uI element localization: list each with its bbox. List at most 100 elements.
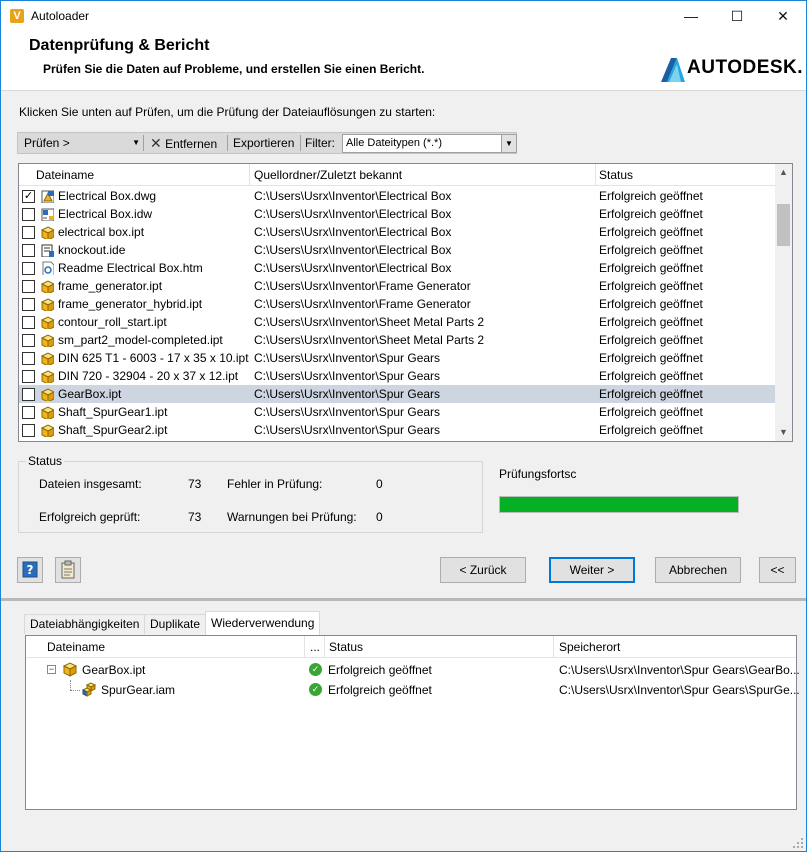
- file-row-name: DIN 720 - 32904 - 20 x 37 x 12.ipt: [58, 369, 239, 383]
- next-button[interactable]: Weiter >: [549, 557, 635, 583]
- close-button[interactable]: ✕: [760, 1, 806, 31]
- file-row-name: frame_generator.ipt: [58, 279, 163, 293]
- scrollbar-thumb[interactable]: [777, 204, 790, 246]
- file-row[interactable]: Readme Electrical Box.htm C:\Users\Usrx\I…: [19, 259, 775, 277]
- column-header-status[interactable]: Status: [599, 168, 633, 182]
- file-row-status: Erfolgreich geöffnet: [599, 225, 703, 239]
- column-header-filename[interactable]: Dateiname: [47, 640, 105, 654]
- column-header-source[interactable]: Quellordner/Zuletzt bekannt: [254, 168, 402, 182]
- tree-collapse-icon[interactable]: −: [47, 665, 56, 674]
- file-row-checkbox[interactable]: [22, 262, 35, 275]
- part-icon: [40, 334, 54, 347]
- report-button[interactable]: [55, 557, 81, 583]
- tree-item-name: SpurGear.iam: [101, 683, 176, 697]
- check-dropdown-button[interactable]: Prüfen > ▼: [24, 133, 140, 153]
- file-row[interactable]: contour_roll_start.ipt C:\Users\Usrx\Inve…: [19, 313, 775, 331]
- file-row[interactable]: sm_part2_model-completed.ipt C:\Users\Usr…: [19, 331, 775, 349]
- column-divider[interactable]: [553, 636, 554, 658]
- progress-bar: [499, 496, 739, 513]
- help-button[interactable]: ?: [17, 557, 43, 583]
- column-divider[interactable]: [324, 636, 325, 658]
- total-files-value: 73: [188, 477, 202, 491]
- file-row-status: Erfolgreich geöffnet: [599, 405, 703, 419]
- column-divider[interactable]: [595, 164, 596, 186]
- file-row-path: C:\Users\Usrx\Inventor\Spur Gears: [254, 351, 441, 365]
- file-row-path: C:\Users\Usrx\Inventor\Electrical Box: [254, 189, 452, 203]
- column-divider[interactable]: [304, 636, 305, 658]
- file-row-path: C:\Users\Usrx\Inventor\Frame Generator: [254, 279, 471, 293]
- column-divider[interactable]: [249, 164, 250, 186]
- tab-dependencies[interactable]: Dateiabhängigkeiten: [24, 614, 146, 634]
- file-row[interactable]: Shaft_SpurGear2.ipt C:\Users\Usrx\Invento…: [19, 421, 775, 439]
- file-row-status: Erfolgreich geöffnet: [599, 315, 703, 329]
- file-row[interactable]: ✓ Electrical Box.dwg C:\Users\Usrx\Invento…: [19, 187, 775, 205]
- file-row-checkbox[interactable]: [22, 334, 35, 347]
- minimize-button[interactable]: —: [668, 1, 714, 31]
- file-row-checkbox[interactable]: [22, 298, 35, 311]
- file-row-status: Erfolgreich geöffnet: [599, 423, 703, 437]
- file-row[interactable]: GearBox.ipt C:\Users\Usrx\Inventor\Spur G…: [19, 385, 775, 403]
- file-row-status: Erfolgreich geöffnet: [599, 333, 703, 347]
- part-icon: [40, 424, 54, 437]
- file-row[interactable]: DIN 720 - 32904 - 20 x 37 x 12.ipt C:\Use…: [19, 367, 775, 385]
- tree-item-location: C:\Users\Usrx\Inventor\Spur Gears\GearBo…: [559, 663, 800, 677]
- clipboard-icon: [61, 560, 75, 579]
- panel-splitter[interactable]: [1, 598, 806, 601]
- file-row-checkbox[interactable]: [22, 244, 35, 257]
- tab-duplicates[interactable]: Duplikate: [144, 614, 207, 634]
- file-row-name: GearBox.ipt: [58, 387, 122, 401]
- file-row[interactable]: frame_generator_hybrid.ipt C:\Users\Usrx\…: [19, 295, 775, 313]
- cancel-button[interactable]: Abbrechen: [655, 557, 741, 583]
- file-row-path: C:\Users\Usrx\Inventor\Sheet Metal Parts…: [254, 333, 485, 347]
- file-row-checkbox[interactable]: [22, 370, 35, 383]
- errors-label: Fehler in Prüfung:: [227, 477, 323, 491]
- back-button[interactable]: < Zurück: [440, 557, 526, 583]
- chevron-down-icon[interactable]: ▼: [501, 135, 516, 152]
- file-row[interactable]: frame_generator.ipt C:\Users\Usrx\Invento…: [19, 277, 775, 295]
- remove-button[interactable]: ✕ Entfernen: [150, 133, 217, 153]
- remove-button-label: Entfernen: [165, 137, 218, 151]
- progress-bar-fill: [500, 497, 738, 512]
- file-row-name: electrical box.ipt: [58, 225, 145, 239]
- file-row[interactable]: knockout.ide C:\Users\Usrx\Inventor\Elect…: [19, 241, 775, 259]
- instruction-text: Klicken Sie unten auf Prüfen, um die Prü…: [19, 105, 436, 119]
- column-header-status[interactable]: Status: [329, 640, 363, 654]
- toolbar-divider: [227, 135, 228, 151]
- column-header-more[interactable]: ...: [310, 640, 320, 654]
- file-row-status: Erfolgreich geöffnet: [599, 369, 703, 383]
- maximize-button[interactable]: ☐: [714, 1, 760, 31]
- toolbar-divider: [300, 135, 301, 151]
- file-row-status: Erfolgreich geöffnet: [599, 297, 703, 311]
- column-header-location[interactable]: Speicherort: [559, 640, 620, 654]
- file-row-checkbox[interactable]: [22, 352, 35, 365]
- file-row-checkbox[interactable]: ✓: [22, 190, 35, 203]
- file-row[interactable]: Electrical Box.idw C:\Users\Usrx\Inventor…: [19, 205, 775, 223]
- checked-files-label: Erfolgreich geprüft:: [39, 510, 141, 524]
- scroll-down-icon[interactable]: ▼: [775, 424, 792, 441]
- file-row[interactable]: Shaft_SpurGear1.ipt C:\Users\Usrx\Invento…: [19, 403, 775, 421]
- tree-line: [70, 680, 71, 690]
- tab-reuse[interactable]: Wiederverwendung: [205, 611, 321, 635]
- idw-icon: [41, 208, 54, 221]
- file-row-checkbox[interactable]: [22, 424, 35, 437]
- tree-row[interactable]: SpurGear.iam ✓ Erfolgreich geöffnet C:\U…: [26, 680, 800, 700]
- page-title: Datenprüfung & Bericht: [29, 37, 210, 54]
- tree-row[interactable]: − GearBox.ipt ✓ Erfolgreich geöffnet C:\…: [26, 660, 800, 680]
- file-row-checkbox[interactable]: [22, 388, 35, 401]
- file-row-checkbox[interactable]: [22, 226, 35, 239]
- export-button[interactable]: Exportieren: [233, 133, 294, 153]
- file-list-scrollbar[interactable]: ▲ ▼: [775, 164, 792, 441]
- file-row[interactable]: electrical box.ipt C:\Users\Usrx\Inventor…: [19, 223, 775, 241]
- file-row[interactable]: DIN 625 T1 - 6003 - 17 x 35 x 10.ipt C:\U…: [19, 349, 775, 367]
- file-row-checkbox[interactable]: [22, 406, 35, 419]
- scroll-up-icon[interactable]: ▲: [775, 164, 792, 181]
- file-row-checkbox[interactable]: [22, 280, 35, 293]
- collapse-button[interactable]: <<: [759, 557, 796, 583]
- file-row-checkbox[interactable]: [22, 316, 35, 329]
- file-row-checkbox[interactable]: [22, 208, 35, 221]
- column-header-filename[interactable]: Dateiname: [36, 168, 94, 182]
- filter-select[interactable]: Alle Dateitypen (*.*) ▼: [342, 134, 517, 153]
- resize-grip-icon[interactable]: [793, 838, 803, 848]
- file-row-path: C:\Users\Usrx\Inventor\Frame Generator: [254, 297, 471, 311]
- file-row-name: contour_roll_start.ipt: [58, 315, 167, 329]
